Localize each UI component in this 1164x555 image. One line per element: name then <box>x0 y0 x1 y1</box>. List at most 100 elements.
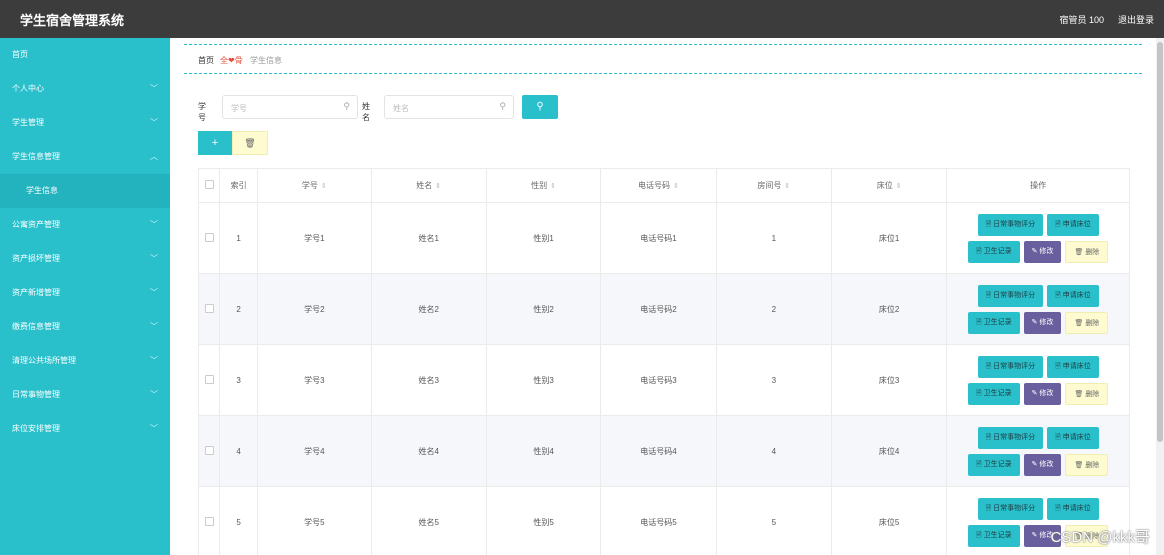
sidebar-item[interactable]: 学生信息管理 ︿ <box>0 140 170 174</box>
app-title: 学生宿舍管理系统 <box>20 13 125 28</box>
table-cell: 1 <box>219 202 259 274</box>
apply-bed-button[interactable]: 🗎 申请床位 <box>1047 355 1099 378</box>
table-cell: 学号1 <box>257 202 372 274</box>
sidebar-item[interactable]: 个人中心 ﹀ <box>0 72 170 106</box>
row-checkbox[interactable] <box>204 374 214 384</box>
delete-button[interactable]: 🗑 删除 <box>1065 382 1109 405</box>
chevron-icon: ﹀ <box>150 356 158 365</box>
col-actions: 操作 <box>946 168 1130 203</box>
watermark: CSDN @kkk哥 <box>1050 529 1150 546</box>
apply-bed-button[interactable]: 🗎 申请床位 <box>1047 284 1099 307</box>
sort-icon[interactable]: ⇕ <box>550 183 556 190</box>
logout-link[interactable]: 退出登录 <box>1118 13 1154 26</box>
breadcrumb-home[interactable]: 首页 <box>198 55 214 66</box>
row-select-cell[interactable] <box>197 344 221 416</box>
name-label: 姓名 <box>362 102 370 122</box>
table-cell: 性别3 <box>485 344 602 416</box>
edit-button[interactable]: ✎ 修改 <box>1023 453 1062 476</box>
delete-button[interactable]: 🗑 删除 <box>1065 311 1109 334</box>
apply-bed-button[interactable]: 🗎 申请床位 <box>1047 426 1099 449</box>
row-checkbox[interactable] <box>204 232 214 242</box>
table-cell: 电话号码3 <box>600 344 717 416</box>
sidebar-item[interactable]: 公寓资产管理 ﹀ <box>0 208 170 242</box>
student-no-placeholder: 学号 <box>231 104 247 113</box>
row-select-cell[interactable] <box>197 486 221 555</box>
daily-score-button[interactable]: 🗎 日常事物评分 <box>977 284 1044 307</box>
delete-button[interactable]: 🗑 删除 <box>1065 240 1109 263</box>
scrollbar-thumb[interactable] <box>1157 42 1163 442</box>
edit-button[interactable]: ✎ 修改 <box>1023 311 1062 334</box>
table-cell: 学号3 <box>257 344 372 416</box>
daily-score-button[interactable]: 🗎 日常事物评分 <box>977 355 1044 378</box>
table-cell: 电话号码4 <box>600 415 717 487</box>
chevron-icon: ︿ <box>150 152 158 161</box>
daily-score-button[interactable]: 🗎 日常事物评分 <box>977 213 1044 236</box>
edit-button[interactable]: ✎ 修改 <box>1023 240 1062 263</box>
sidebar-item[interactable]: 日常事物管理 ﹀ <box>0 378 170 412</box>
student-no-input[interactable]: 学号 ⚲ <box>222 95 358 119</box>
table-row[interactable]: 3 学号3 姓名3 性别3 电话号码3 3 床位3 🗎 日常事物评分 🗎 申请床位 🗎 卫生记录 ✎… <box>197 344 1130 416</box>
search-button[interactable]: ⚲ <box>522 95 558 119</box>
add-button[interactable]: + <box>198 131 232 155</box>
sidebar-item[interactable]: 资产新增管理 ﹀ <box>0 276 170 310</box>
hygiene-record-button[interactable]: 🗎 卫生记录 <box>968 311 1020 334</box>
sidebar-item[interactable]: 床位安排管理 ﹀ <box>0 412 170 446</box>
row-select-cell[interactable] <box>197 415 221 487</box>
sidebar-item[interactable]: 学生信息 <box>0 174 170 208</box>
sidebar-item-label: 公寓资产管理 <box>12 220 60 229</box>
table-row[interactable]: 4 学号4 姓名4 性别4 电话号码4 4 床位4 🗎 日常事物评分 🗎 申请床位 🗎 卫生记录 ✎… <box>197 415 1130 487</box>
hygiene-record-button[interactable]: 🗎 卫生记录 <box>968 382 1020 405</box>
sort-icon[interactable]: ⇕ <box>321 183 327 190</box>
table-cell: 学号4 <box>257 415 372 487</box>
sidebar-item[interactable]: 缴费信息管理 ﹀ <box>0 310 170 344</box>
sidebar: 首页 个人中心 ﹀ 学生管理 ﹀ 学生信息管理 ︿ 学生信息 公寓资产管理 ﹀ 资产损坏管理 ﹀ 资产新… <box>0 38 170 555</box>
vertical-scrollbar[interactable] <box>1156 38 1164 555</box>
sidebar-item[interactable]: 清理公共场所管理 ﹀ <box>0 344 170 378</box>
sidebar-item-label: 个人中心 <box>12 84 44 93</box>
daily-score-button[interactable]: 🗎 日常事物评分 <box>977 426 1044 449</box>
col-phone[interactable]: 电话号码 ⇕ <box>600 168 717 203</box>
sort-icon[interactable]: ⇕ <box>784 183 790 190</box>
chevron-icon: ﹀ <box>150 288 158 297</box>
sidebar-item[interactable]: 学生管理 ﹀ <box>0 106 170 140</box>
apply-bed-button[interactable]: 🗎 申请床位 <box>1047 213 1099 236</box>
delete-button[interactable]: 🗑 删除 <box>1065 453 1109 476</box>
sidebar-item[interactable]: 首页 <box>0 38 170 72</box>
table-row[interactable]: 5 学号5 姓名5 性别5 电话号码5 5 床位5 🗎 日常事物评分 🗎 申请床位 🗎 卫生记录 ✎… <box>197 486 1130 555</box>
row-checkbox[interactable] <box>204 303 214 313</box>
breadcrumb-separator: 全❤骨 <box>220 56 243 65</box>
sort-icon[interactable]: ⇕ <box>896 183 902 190</box>
batch-delete-button[interactable]: 🗑 <box>232 131 268 155</box>
col-name[interactable]: 姓名 ⇕ <box>370 168 487 203</box>
col-gender[interactable]: 性别 ⇕ <box>485 168 602 203</box>
table-cell: 性别1 <box>485 202 602 274</box>
daily-score-button[interactable]: 🗎 日常事物评分 <box>977 497 1044 520</box>
row-select-cell[interactable] <box>197 273 221 345</box>
sort-icon[interactable]: ⇕ <box>673 183 679 190</box>
sidebar-item-label: 首页 <box>12 50 28 59</box>
sidebar-item[interactable]: 资产损坏管理 ﹀ <box>0 242 170 276</box>
row-actions: 🗎 日常事物评分 🗎 申请床位 🗎 卫生记录 ✎ 修改 🗑 删除 <box>946 273 1130 345</box>
row-checkbox[interactable] <box>204 516 214 526</box>
top-bar: 学生宿舍管理系统 宿管员 100 退出登录 <box>0 0 1164 38</box>
row-select-cell[interactable] <box>197 202 221 274</box>
col-bed[interactable]: 床位 ⇕ <box>830 168 948 203</box>
hygiene-record-button[interactable]: 🗎 卫生记录 <box>968 240 1020 263</box>
sort-icon[interactable]: ⇕ <box>435 183 441 190</box>
table-cell: 床位3 <box>830 344 948 416</box>
table-row[interactable]: 2 学号2 姓名2 性别2 电话号码2 2 床位2 🗎 日常事物评分 🗎 申请床位 🗎 卫生记录 ✎… <box>197 273 1130 345</box>
table-cell: 5 <box>715 486 832 555</box>
col-room[interactable]: 房间号 ⇕ <box>715 168 832 203</box>
edit-button[interactable]: ✎ 修改 <box>1023 382 1062 405</box>
chevron-icon: ﹀ <box>150 390 158 399</box>
apply-bed-button[interactable]: 🗎 申请床位 <box>1047 497 1099 520</box>
select-all-cell[interactable] <box>197 168 221 203</box>
name-input[interactable]: 姓名 ⚲ <box>384 95 514 119</box>
row-checkbox[interactable] <box>204 445 214 455</box>
hygiene-record-button[interactable]: 🗎 卫生记录 <box>968 524 1020 547</box>
table-row[interactable]: 1 学号1 姓名1 性别1 电话号码1 1 床位1 🗎 日常事物评分 🗎 申请床位 🗎 卫生记录 ✎… <box>197 202 1130 274</box>
hygiene-record-button[interactable]: 🗎 卫生记录 <box>968 453 1020 476</box>
select-all-checkbox[interactable] <box>204 180 214 189</box>
chevron-icon: ﹀ <box>150 220 158 229</box>
col-student-no[interactable]: 学号 ⇕ <box>257 168 372 203</box>
